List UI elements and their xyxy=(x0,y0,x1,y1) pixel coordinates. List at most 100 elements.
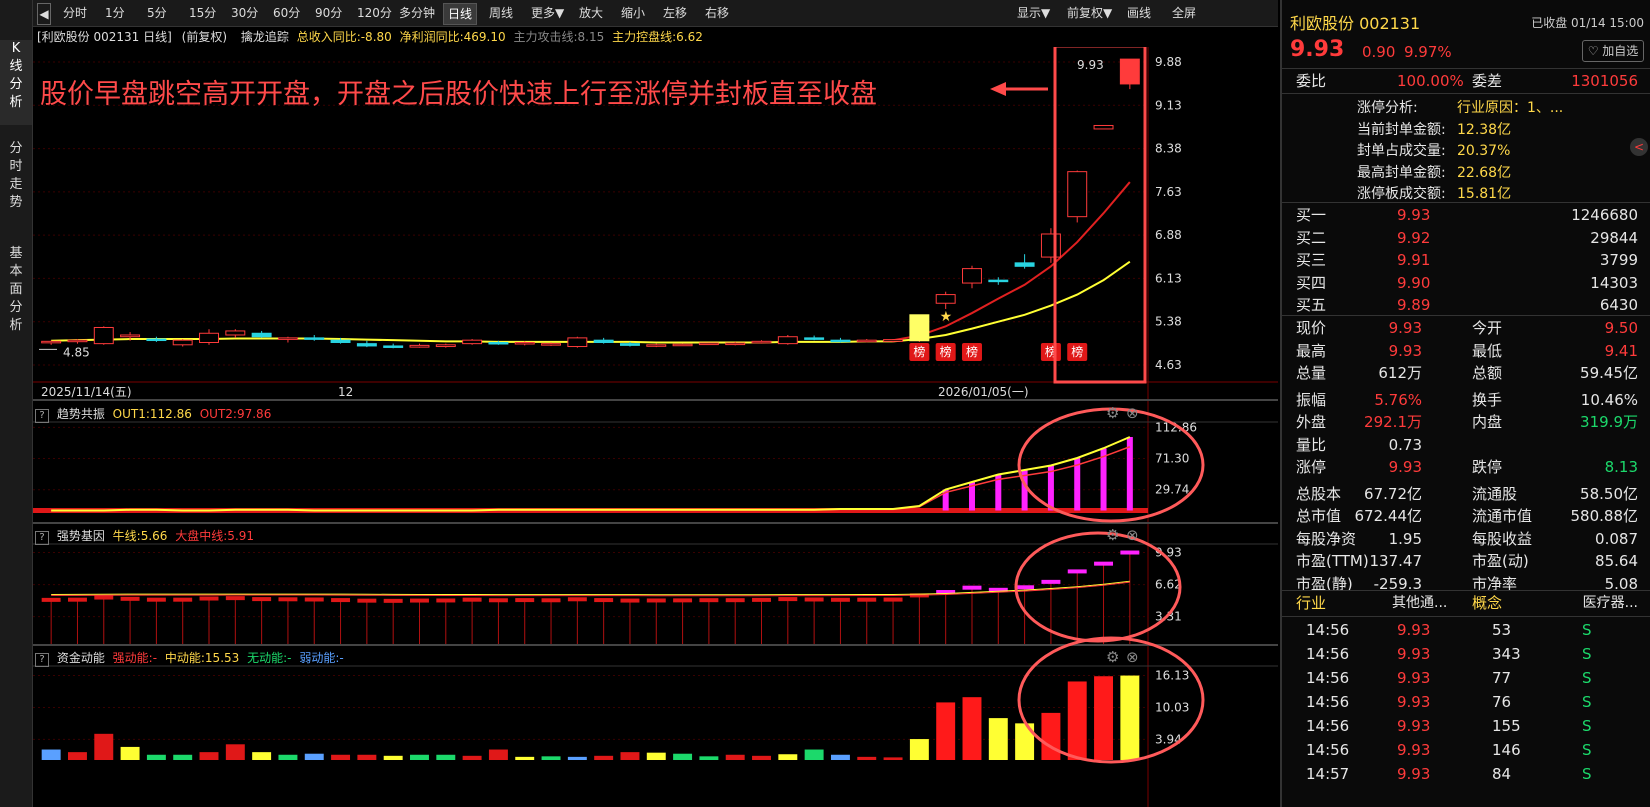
toolbar-item-2[interactable]: 5分 xyxy=(143,3,171,23)
candle-body xyxy=(1040,233,1061,258)
price-tick-label: 5.38 xyxy=(1155,315,1182,329)
stat-key-1: 市盈(TTM) xyxy=(1296,552,1369,570)
collapse-left-icon[interactable]: ◀ xyxy=(37,3,51,25)
buy-level: 买四 xyxy=(1296,273,1327,292)
candle-body xyxy=(225,330,246,336)
sub3-weak: 弱动能:- xyxy=(299,651,344,665)
toolbar-item-10[interactable]: 周线 xyxy=(485,3,517,23)
candle-body xyxy=(751,340,772,344)
buy-price: 9.92 xyxy=(1397,228,1431,247)
help-icon[interactable]: ? xyxy=(35,409,49,423)
stat-key-1: 每股净资 xyxy=(1296,529,1357,548)
sub2-tick-bar xyxy=(278,597,298,602)
sub2-tick-bar xyxy=(462,597,482,602)
sub2-tick-bar xyxy=(541,598,561,603)
sub3-bar xyxy=(199,752,219,760)
tick-row: 14:56 9.93 155 S xyxy=(1282,714,1650,738)
tab-kline-analysis[interactable]: K线分析 xyxy=(0,40,32,125)
annotation-arrow-icon xyxy=(990,79,1050,103)
toolbar-item-14[interactable]: 左移 xyxy=(659,3,691,23)
market-status: 已收盘 01/14 15:00 xyxy=(1531,16,1644,30)
industry-label[interactable]: 行业 xyxy=(1296,591,1326,615)
sub2-tick-bar xyxy=(857,597,877,602)
buy-orders: 买一 9.93 1246680 买二 9.92 29844 买三 9.91 3799… xyxy=(1282,203,1650,315)
toolbar-right-item-2[interactable]: 画线 xyxy=(1123,3,1155,23)
trade-ticks: 14:56 9.93 53 S 14:56 9.93 343 S 14:56 9.9… xyxy=(1282,618,1650,807)
tick-price: 9.93 xyxy=(1397,741,1431,759)
stat-row: 外盘 292.1万 内盘 319.9万 xyxy=(1282,410,1650,434)
toolbar-item-13[interactable]: 缩小 xyxy=(617,3,649,23)
help-icon[interactable]: ? xyxy=(35,531,49,545)
buy-volume: 14303 xyxy=(1590,273,1638,292)
concept-label[interactable]: 概念 xyxy=(1472,591,1502,615)
sub2-tick-label: 6.62 xyxy=(1155,578,1182,592)
buy-volume: 6430 xyxy=(1599,296,1638,314)
tick-row: 14:56 9.93 77 S xyxy=(1282,666,1650,690)
sub3-bar xyxy=(883,757,903,760)
buy-price: 9.89 xyxy=(1397,296,1431,314)
tick-time: 14:56 xyxy=(1306,717,1350,735)
toolbar-item-6[interactable]: 90分 xyxy=(311,3,346,23)
tick-side: S xyxy=(1582,645,1592,663)
toolbar-item-0[interactable]: 分时 xyxy=(59,3,91,23)
limit-up-row: 涨停分析: 行业原因：1、... xyxy=(1282,96,1650,120)
industry-value[interactable]: 其他通... xyxy=(1392,591,1447,615)
sub3-bar xyxy=(1067,681,1087,760)
toolbar-item-5[interactable]: 60分 xyxy=(269,3,304,23)
price-change-pct: 9.97% xyxy=(1404,43,1452,61)
annotation-text: 股价早盘跳空高开开盘，开盘之后股价快速上行至涨停并封板直至收盘 xyxy=(40,79,877,110)
toolbar-right-item-1[interactable]: 前复权▼ xyxy=(1063,3,1116,23)
toolbar-item-7[interactable]: 120分 xyxy=(353,3,396,23)
toolbar-item-15[interactable]: 右移 xyxy=(701,3,733,23)
sub2-tick-bar xyxy=(515,598,535,603)
toolbar-item-3[interactable]: 15分 xyxy=(185,3,220,23)
toolbar-item-8[interactable]: 多分钟 xyxy=(395,3,439,23)
price-tick-label: 9.13 xyxy=(1155,98,1182,112)
candle-body xyxy=(672,343,693,347)
stat-value-1: 0.73 xyxy=(1388,435,1422,454)
stat-value-2: 319.9万 xyxy=(1580,413,1638,431)
sub1-tick-label: 29.74 xyxy=(1155,483,1189,497)
tick-side: S xyxy=(1582,741,1592,759)
tab-fundamental-analysis[interactable]: 基本面分析 xyxy=(0,245,32,350)
concept-value[interactable]: 医疗器... xyxy=(1583,591,1638,615)
help-icon[interactable]: ? xyxy=(35,653,49,667)
low-price-label: 4.85 xyxy=(63,345,90,359)
sub2-market-line: 大盘中线:5.91 xyxy=(175,529,255,543)
stat-value-1: 672.44亿 xyxy=(1354,507,1423,525)
sub3-bar xyxy=(567,756,587,760)
stat-row: 现价 9.93 今开 9.50 xyxy=(1282,316,1650,340)
price-change: 0.90 xyxy=(1362,43,1396,61)
collapse-right-icon[interactable]: < xyxy=(1630,138,1648,156)
sub3-bar xyxy=(120,746,140,760)
sub2-tick-bar xyxy=(567,597,587,602)
toolbar-item-4[interactable]: 30分 xyxy=(227,3,262,23)
sub2-tick-bar xyxy=(94,595,114,600)
add-watchlist-button[interactable]: ♡ 加自选 xyxy=(1582,40,1644,62)
toolbar-item-12[interactable]: 放大 xyxy=(575,3,607,23)
stat-value-2: 85.64 xyxy=(1595,552,1638,570)
stat-row: 总市值 672.44亿 流通市值 580.88亿 xyxy=(1282,504,1650,528)
sub3-bar xyxy=(357,754,377,760)
buy-row: 买二 9.92 29844 xyxy=(1282,226,1650,250)
stat-value-1: 292.1万 xyxy=(1364,413,1422,431)
tab-intraday-trend[interactable]: 分时走势 xyxy=(0,140,32,225)
toolbar-right-item-3[interactable]: 全屏 xyxy=(1168,3,1200,23)
sub3-medium: 中动能:15.53 xyxy=(164,651,240,665)
candle-body xyxy=(541,343,562,346)
toolbar-right-item-0[interactable]: 显示▼ xyxy=(1013,3,1054,23)
chart-area[interactable]: 9.88 9.13 8.38 7.63 6.88 6.13 5.38 4.63 4.85 9.93… xyxy=(33,47,1278,807)
stat-key-1: 振幅 xyxy=(1296,390,1327,409)
candle-body xyxy=(804,337,825,340)
indicator-name[interactable]: 擒龙追踪 xyxy=(241,30,289,44)
candle-body xyxy=(698,342,719,346)
toolbar-item-11[interactable]: 更多▼ xyxy=(527,3,568,23)
candle-body xyxy=(120,334,141,338)
star-icon: ★ xyxy=(940,309,953,325)
toolbar-item-1[interactable]: 1分 xyxy=(101,3,129,23)
sub3-bar xyxy=(67,752,87,760)
order-ratio-row: 委比 100.00% 委差 1301056 xyxy=(1296,72,1638,90)
stat-value-2: 8.13 xyxy=(1604,458,1638,476)
toolbar-item-9[interactable]: 日线 xyxy=(443,3,478,25)
sub3-bar xyxy=(94,733,114,760)
